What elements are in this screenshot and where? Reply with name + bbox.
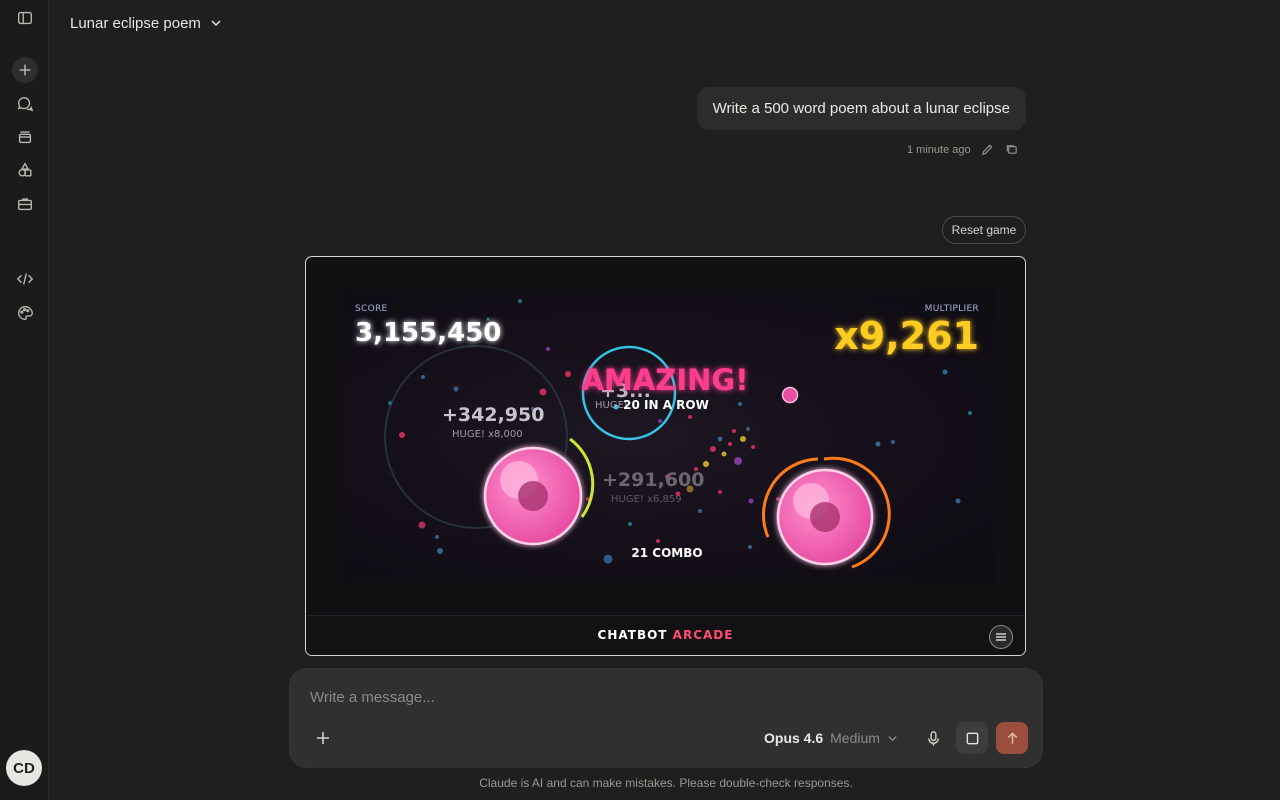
palette-icon[interactable] (12, 300, 38, 326)
projects-icon[interactable] (12, 124, 38, 150)
float-label: HUGE! x6,859 (611, 494, 682, 505)
streak-text: 20 IN A ROW (623, 398, 709, 412)
float-score: +342,950 (442, 404, 544, 426)
score-label: SCORE (355, 304, 388, 314)
message-composer: Write a message... Opus 4.6 Medium (289, 668, 1043, 768)
code-icon[interactable] (12, 266, 38, 292)
score-value: 3,155,450 (355, 318, 501, 348)
chevron-down-icon (211, 20, 221, 27)
briefcase-icon[interactable] (12, 191, 38, 217)
edit-icon[interactable] (981, 143, 995, 157)
microphone-icon[interactable] (922, 727, 944, 749)
brand-part-1: CHATBOT (597, 628, 668, 642)
stop-icon[interactable] (956, 722, 988, 754)
avatar[interactable]: CD (6, 750, 42, 786)
conversation-title-text: Lunar eclipse poem (70, 14, 201, 32)
sidebar-toggle-icon[interactable] (12, 5, 38, 31)
multiplier-label: MULTIPLIER (925, 304, 979, 314)
combo-text: 21 COMBO (631, 546, 702, 560)
menu-icon[interactable] (989, 625, 1013, 649)
float-label: HUGE! x8,000 (452, 429, 523, 440)
multiplier-value: x9,261 (834, 314, 979, 358)
chats-icon[interactable] (12, 91, 38, 117)
game-canvas[interactable]: SCORE 3,155,450 MULTIPLIER x9,261 +342,9… (338, 289, 994, 583)
effort-level: Medium (830, 730, 880, 746)
artifacts-icon[interactable] (12, 157, 38, 183)
new-chat-icon[interactable] (12, 57, 38, 83)
sidebar: CD (0, 0, 49, 800)
message-timestamp: 1 minute ago (907, 144, 971, 156)
copy-icon[interactable] (1005, 143, 1019, 157)
user-message: Write a 500 word poem about a lunar ecli… (696, 87, 1026, 130)
message-meta: 1 minute ago (907, 142, 1019, 158)
arcade-footer: CHATBOT ARCADE (306, 615, 1025, 655)
pink-orb-left[interactable] (483, 437, 595, 546)
chevron-down-icon (888, 735, 897, 741)
model-selector[interactable]: Opus 4.6 Medium (764, 727, 898, 749)
conversation-title[interactable]: Lunar eclipse poem (70, 12, 223, 34)
arcade-brand: CHATBOT ARCADE (306, 628, 1025, 642)
model-name: Opus 4.6 (764, 730, 824, 746)
reset-game-button[interactable]: Reset game (942, 216, 1026, 244)
float-score: +291,600 (602, 469, 704, 491)
pink-orb-right[interactable] (762, 456, 891, 569)
brand-part-2: ARCADE (672, 628, 734, 642)
small-orb[interactable] (781, 386, 799, 404)
send-icon[interactable] (996, 722, 1028, 754)
amazing-text: AMAZING! (582, 363, 749, 397)
game-artifact: SCORE 3,155,450 MULTIPLIER x9,261 +342,9… (305, 256, 1026, 656)
message-input[interactable]: Write a message... (310, 689, 435, 706)
add-icon[interactable] (312, 727, 334, 749)
disclaimer: Claude is AI and can make mistakes. Plea… (479, 776, 853, 790)
